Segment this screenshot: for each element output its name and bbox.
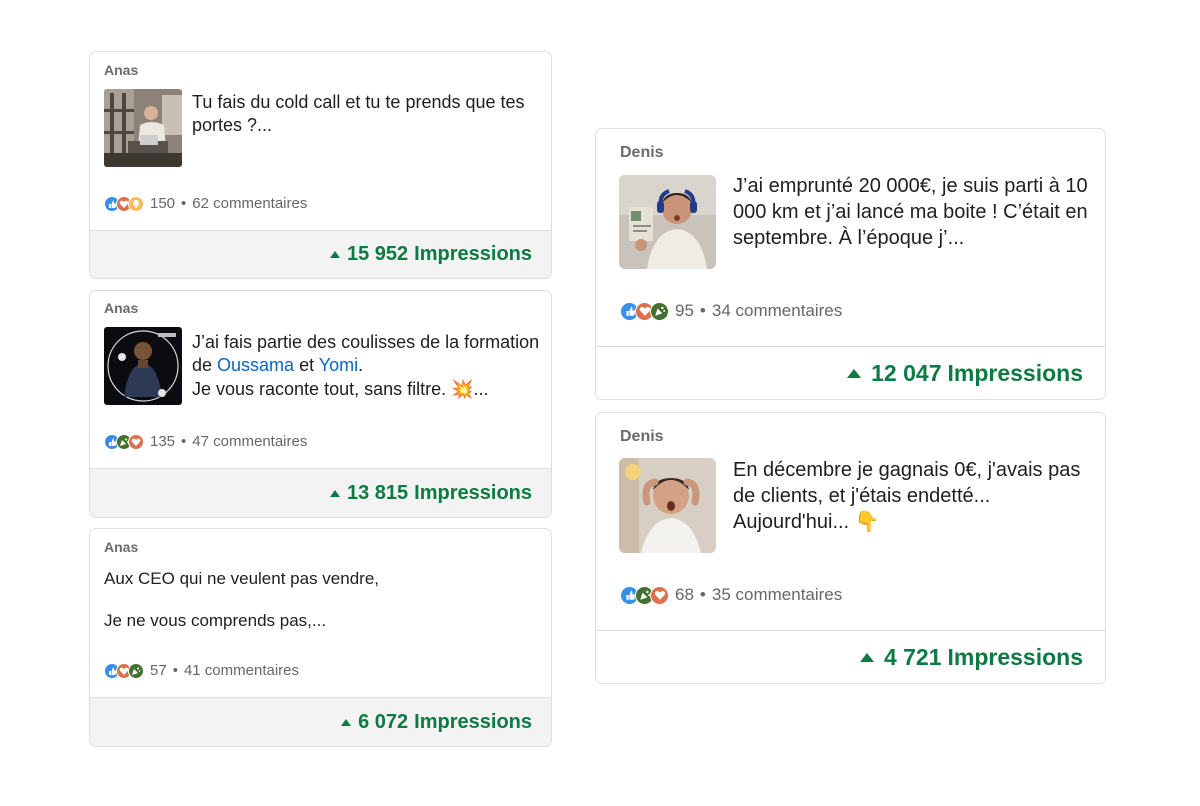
- post-thumbnail[interactable]: [104, 89, 182, 167]
- celebrate-icon: [650, 301, 669, 321]
- post-text-line: Je vous raconte tout, sans filtre. 💥...: [192, 378, 489, 399]
- impressions-label: Impressions: [414, 481, 532, 504]
- reaction-count[interactable]: 95: [675, 301, 694, 321]
- post-text[interactable]: En décembre je gagnais 0€, j'avais pas d…: [733, 457, 1093, 535]
- post-text-line: Je ne vous comprends pas,...: [104, 611, 327, 631]
- reactions-bar[interactable]: 95 • 34 commentaires: [620, 301, 842, 321]
- post-card[interactable]: Denis En décembre je gagnais 0€, j'avais…: [595, 412, 1106, 684]
- comment-count[interactable]: 41 commentaires: [184, 662, 299, 679]
- impressions-footer[interactable]: 15 952 Impressions: [90, 230, 551, 278]
- impressions-label: Impressions: [414, 710, 532, 733]
- impressions-label: Impressions: [947, 643, 1084, 670]
- post-author: Anas: [104, 300, 139, 316]
- post-thumbnail[interactable]: [619, 458, 716, 553]
- post-text[interactable]: J’ai fais partie des coulisses de la for…: [192, 331, 542, 401]
- arrow-up-icon: [330, 489, 340, 497]
- love-icon: [650, 585, 669, 605]
- impressions-value: 12 047: [871, 359, 942, 386]
- love-icon: [128, 433, 144, 450]
- comment-count[interactable]: 62 commentaires: [192, 195, 307, 212]
- separator-dot: •: [699, 585, 706, 604]
- photo-man-office-image: [104, 89, 182, 167]
- post-card[interactable]: Anas J’ai fais partie des coulisses de l…: [89, 290, 552, 518]
- post-author: Anas: [104, 62, 139, 78]
- insightful-icon: [128, 195, 144, 212]
- impressions-label: Impressions: [947, 359, 1084, 386]
- reaction-icons: [104, 195, 144, 212]
- impressions-label: Impressions: [414, 243, 532, 265]
- post-text-line: Aux CEO qui ne veulent pas vendre,: [104, 569, 379, 588]
- reactions-bar[interactable]: 150 • 62 commentaires: [104, 195, 307, 212]
- post-text-line: Tu fais du cold call et tu te prends que…: [192, 92, 525, 136]
- post-author: Anas: [104, 539, 139, 555]
- impressions-footer[interactable]: 6 072 Impressions: [90, 697, 551, 746]
- impressions-footer[interactable]: 12 047 Impressions: [596, 346, 1105, 399]
- separator-dot: •: [181, 433, 187, 450]
- reaction-count[interactable]: 150: [150, 195, 175, 212]
- reaction-count[interactable]: 68: [675, 585, 694, 605]
- post-thumbnail[interactable]: [104, 327, 182, 405]
- impressions-value: 13 815: [347, 481, 409, 504]
- comment-count[interactable]: 34 commentaires: [712, 301, 842, 321]
- reactions-bar[interactable]: 57 • 41 commentaires: [104, 662, 299, 679]
- post-text-lines: J’ai fais partie des coulisses de la for…: [192, 332, 540, 376]
- post-text[interactable]: J’ai emprunté 20 000€, je suis parti à 1…: [733, 173, 1093, 251]
- reactions-bar[interactable]: 68 • 35 commentaires: [620, 585, 842, 605]
- separator-dot: •: [181, 195, 187, 212]
- post-author: Denis: [620, 428, 664, 445]
- celebrate-icon: [128, 662, 144, 679]
- photo-man-podcast-image: [104, 327, 182, 405]
- post-thumbnail[interactable]: [619, 175, 716, 269]
- photo-man-surprised-image: [619, 458, 716, 553]
- post-card[interactable]: Denis J’ai emprunté 20 000€, je suis par…: [595, 128, 1106, 400]
- separator-dot: •: [172, 662, 178, 679]
- separator-dot: •: [699, 301, 706, 320]
- impressions-value: 15 952: [347, 243, 409, 265]
- post-text[interactable]: Aux CEO qui ne veulent pas vendre, Je ne…: [104, 568, 534, 632]
- post-card[interactable]: Anas Aux CEO qui ne veulent pas vendre, …: [89, 528, 552, 747]
- photo-man-passport-image: [619, 175, 716, 269]
- mention-link[interactable]: Oussama: [217, 355, 294, 375]
- arrow-up-icon: [330, 251, 340, 258]
- post-text[interactable]: Tu fais du cold call et tu te prends que…: [192, 91, 542, 138]
- mention-link[interactable]: Yomi: [319, 355, 358, 375]
- impressions-footer[interactable]: 4 721 Impressions: [596, 630, 1105, 683]
- reaction-icons: [620, 301, 669, 321]
- reaction-count[interactable]: 135: [150, 433, 175, 450]
- arrow-up-icon: [847, 368, 862, 378]
- post-card[interactable]: Anas Tu fais du cold call et tu te prend…: [89, 51, 552, 279]
- reactions-bar[interactable]: 135 • 47 commentaires: [104, 433, 307, 450]
- arrow-up-icon: [341, 718, 352, 726]
- reaction-icons: [620, 585, 669, 605]
- comment-count[interactable]: 47 commentaires: [192, 433, 307, 450]
- reaction-icons: [104, 433, 144, 450]
- impressions-value: 4 721: [883, 643, 942, 670]
- impressions-footer[interactable]: 13 815 Impressions: [90, 468, 551, 517]
- reaction-count[interactable]: 57: [150, 662, 167, 679]
- arrow-up-icon: [859, 652, 874, 662]
- comment-count[interactable]: 35 commentaires: [712, 585, 842, 605]
- impressions-value: 6 072: [358, 710, 409, 733]
- reaction-icons: [104, 662, 144, 679]
- post-author: Denis: [620, 144, 664, 161]
